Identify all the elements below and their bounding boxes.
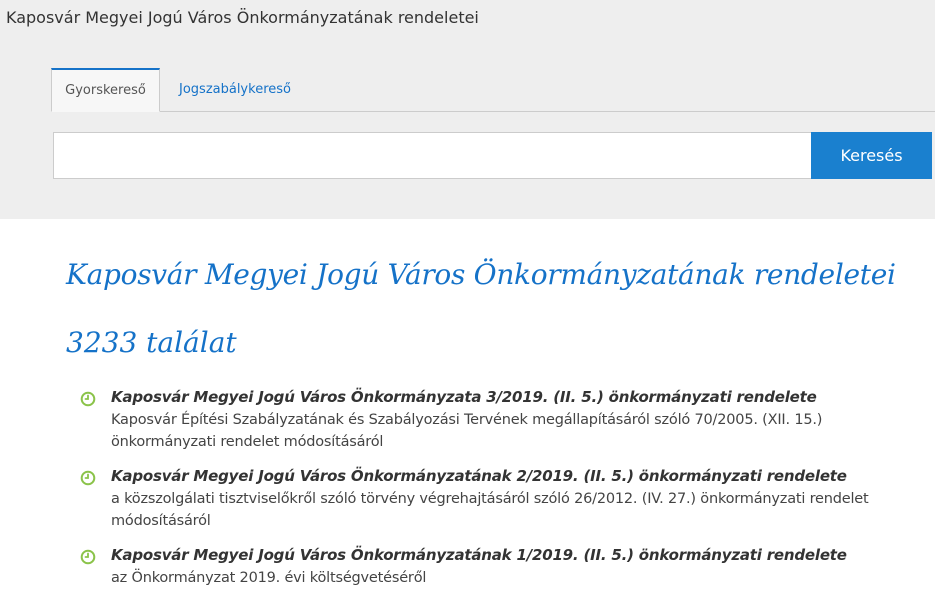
result-description: Kaposvár Építési Szabályzatának és Szabá… (111, 412, 823, 450)
clock-icon (80, 549, 96, 565)
page-title: Kaposvár Megyei Jogú Város Önkormányzatá… (66, 258, 896, 291)
tab-law-search[interactable]: Jogszabálykereső (179, 68, 291, 111)
result-title-link[interactable]: Kaposvár Megyei Jogú Város Önkormányzata… (111, 388, 817, 406)
clock-icon (80, 470, 96, 486)
tab-bar: Gyorskereső Jogszabálykereső (51, 68, 935, 112)
result-description: az Önkormányzat 2019. évi költségvetésér… (111, 570, 427, 586)
tab-quick-search[interactable]: Gyorskereső (51, 68, 160, 112)
clock-icon (80, 391, 96, 407)
result-title-link[interactable]: Kaposvár Megyei Jogú Város Önkormányzatá… (111, 467, 847, 485)
search-button[interactable]: Keresés (811, 132, 932, 179)
window-title: Kaposvár Megyei Jogú Város Önkormányzatá… (6, 8, 479, 27)
search-input[interactable] (53, 132, 811, 179)
result-description: a közszolgálati tisztviselőkről szóló tö… (111, 491, 869, 529)
result-title-link[interactable]: Kaposvár Megyei Jogú Város Önkormányzatá… (111, 546, 847, 564)
search-header-area: Kaposvár Megyei Jogú Város Önkormányzatá… (0, 0, 935, 219)
result-count: 3233 találat (66, 326, 237, 359)
